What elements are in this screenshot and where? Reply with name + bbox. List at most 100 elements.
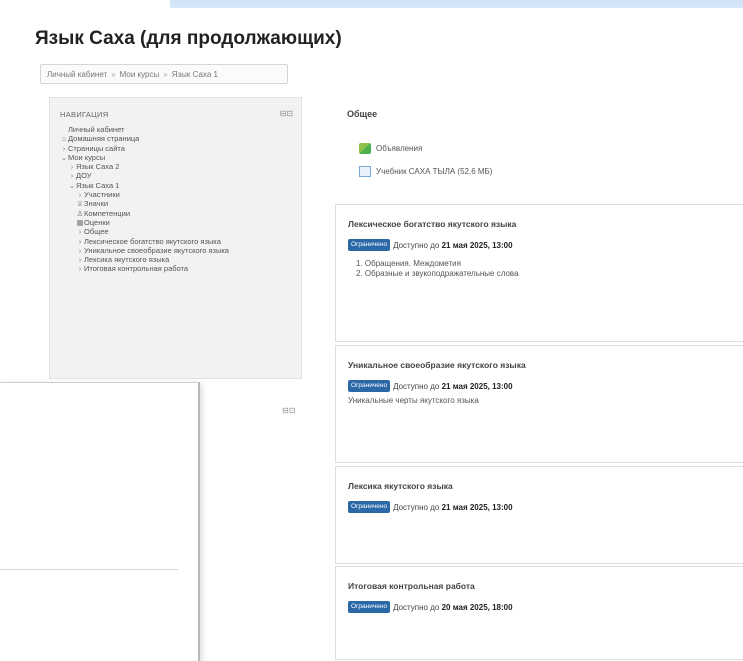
nav-item[interactable]: › Общее (60, 227, 293, 236)
section-general: Общее Объявления Учебник САХА ТЫЛА (52.6… (335, 95, 740, 195)
nav-item-label: Личный кабинет (68, 125, 125, 134)
section-vocabulary: Лексика якутского языка Ограничено Досту… (335, 466, 743, 564)
nav-item[interactable]: ♙Компетенции (60, 209, 293, 218)
chevron-right-icon: › (78, 264, 82, 274)
section-title[interactable]: Итоговая контрольная работа (348, 581, 475, 591)
chevron-down-icon: ⌄ (60, 152, 68, 162)
breadcrumb-item-my-courses[interactable]: Мои курсы (120, 70, 160, 79)
chevron-right-icon: › (78, 245, 82, 255)
nav-item[interactable]: › Уникальное своеобразие якутского языка (60, 246, 293, 255)
nav-item-label: Значки (84, 199, 109, 209)
chevron-right-icon: › (70, 171, 74, 181)
breadcrumb-separator: » (111, 69, 116, 79)
breadcrumb-item-dashboard[interactable]: Личный кабинет (47, 70, 107, 79)
navigation-list: Личный кабинет ⌂ Домашняя страница › Страниц… (60, 125, 293, 274)
home-icon: ⌂ (61, 134, 67, 144)
nav-item[interactable]: › Лексическое богатство якутского языка (60, 237, 293, 246)
overlay-window (0, 382, 200, 661)
chevron-right-icon: › (78, 236, 82, 246)
section-title[interactable]: Лексическое богатство якутского языка (348, 219, 516, 229)
chevron-down-icon: ⌄ (68, 180, 76, 190)
availability-text: Доступно до 21 мая 2025, 13:00 (393, 382, 512, 391)
availability-date: 20 мая 2025, 18:00 (441, 602, 513, 612)
nav-item-label: Участники (84, 190, 120, 200)
block-controls-icon[interactable]: ⊟⊡ (280, 109, 293, 118)
section-final-test: Итоговая контрольная работа Ограничено Д… (335, 566, 743, 660)
section-title[interactable]: Уникальное своеобразие якутского языка (348, 360, 526, 370)
nav-item-label: Лексика якутского языка (84, 255, 170, 265)
nav-item[interactable]: › Лексика якутского языка (60, 255, 293, 264)
nav-item-label: Мои курсы (68, 152, 106, 162)
availability-date: 21 мая 2025, 13:00 (441, 381, 513, 391)
nav-item-label: Общее (84, 227, 109, 237)
restricted-badge: Ограничено (348, 380, 391, 392)
nav-item[interactable]: ⌄Мои курсы (60, 153, 293, 162)
section-lexical-richness: Лексическое богатство якутского языка Ог… (335, 204, 743, 342)
resource-textbook[interactable]: Учебник САХА ТЫЛА (52.6 МБ) (359, 166, 492, 177)
nav-item[interactable]: ⌂ Домашняя страница (60, 134, 293, 143)
chevron-right-icon: › (78, 255, 82, 265)
nav-item[interactable]: › Участники (60, 190, 293, 199)
availability-text: Доступно до 20 мая 2025, 18:00 (393, 603, 512, 612)
availability-date: 21 мая 2025, 13:00 (441, 240, 513, 250)
forum-icon (359, 143, 371, 154)
file-icon (359, 166, 371, 177)
competency-icon: ♙ (76, 208, 84, 218)
availability-restriction: Ограничено Доступно до 20 мая 2025, 18:0… (348, 601, 513, 613)
nav-item-label: Уникальное своеобразие якутского языка (84, 245, 229, 255)
resource-label: Учебник САХА ТЫЛА (52.6 МБ) (376, 167, 493, 176)
restricted-badge: Ограничено (348, 601, 391, 613)
chevron-right-icon: › (70, 162, 74, 172)
resource-announcements[interactable]: Объявления (359, 143, 422, 154)
summary-item: 2. Образные и звукоподражательные слова (356, 269, 519, 278)
availability-prefix: Доступно до (393, 502, 440, 512)
resource-label: Объявления (376, 144, 423, 153)
chevron-right-icon: › (78, 227, 82, 237)
nav-item-label: Лексическое богатство якутского языка (84, 236, 221, 246)
availability-date: 21 мая 2025, 13:00 (441, 502, 513, 512)
badge-icon: ♕ (76, 199, 84, 209)
availability-prefix: Доступно до (393, 381, 440, 391)
nav-item-label: ДОУ (76, 171, 92, 181)
availability-text: Доступно до 21 мая 2025, 13:00 (393, 503, 512, 512)
navigation-title: НАВИГАЦИЯ (60, 110, 109, 119)
nav-item[interactable]: Личный кабинет (60, 125, 293, 134)
grades-icon: ▦ (76, 217, 84, 227)
availability-prefix: Доступно до (393, 602, 440, 612)
secondary-block: ⊟⊡ (199, 384, 303, 660)
chevron-right-icon: › (62, 143, 66, 153)
nav-item[interactable]: ⌄Язык Саха 1 (60, 181, 293, 190)
section-title[interactable]: Лексика якутского языка (348, 481, 453, 491)
restricted-badge: Ограничено (348, 239, 391, 251)
nav-item[interactable]: ♕Значки (60, 199, 293, 208)
breadcrumb-separator: » (163, 69, 168, 79)
summary-item: 1. Обращения. Междометия (356, 259, 461, 268)
nav-item-label: Язык Саха 1 (76, 180, 120, 190)
breadcrumb: Личный кабинет » Мои курсы » Язык Саха 1 (40, 64, 288, 84)
nav-item-label: Домашняя страница (68, 134, 140, 144)
nav-item-label: Компетенции (84, 208, 131, 218)
nav-item[interactable]: › Итоговая контрольная работа (60, 264, 293, 273)
block-controls-icon[interactable]: ⊟⊡ (282, 406, 295, 415)
section-title: Общее (347, 109, 378, 119)
availability-prefix: Доступно до (393, 240, 440, 250)
availability-restriction: Ограничено Доступно до 21 мая 2025, 13:0… (348, 380, 513, 392)
page-title: Язык Саха (для продолжающих) (35, 28, 342, 49)
nav-item-label: Язык Саха 2 (76, 162, 120, 172)
navigation-block: НАВИГАЦИЯ ⊟⊡ Личный кабинет ⌂ Домашняя стр… (49, 97, 302, 379)
breadcrumb-item-course[interactable]: Язык Саха 1 (172, 70, 218, 79)
section-unique-features: Уникальное своеобразие якутского языка О… (335, 345, 743, 463)
nav-item-label: Оценки (84, 217, 110, 227)
availability-text: Доступно до 21 мая 2025, 13:00 (393, 241, 512, 250)
nav-item[interactable]: › ДОУ (60, 171, 293, 180)
restricted-badge: Ограничено (348, 501, 391, 513)
availability-restriction: Ограничено Доступно до 21 мая 2025, 13:0… (348, 239, 513, 251)
availability-restriction: Ограничено Доступно до 21 мая 2025, 13:0… (348, 501, 513, 513)
divider (0, 569, 178, 570)
nav-item[interactable]: › Язык Саха 2 (60, 162, 293, 171)
nav-item[interactable]: › Страницы сайта (60, 144, 293, 153)
section-summary: Уникальные черты якутского языка (348, 396, 479, 405)
nav-item-label: Итоговая контрольная работа (84, 264, 189, 274)
nav-item-label: Страницы сайта (68, 143, 125, 153)
nav-item[interactable]: ▦Оценки (60, 218, 293, 227)
